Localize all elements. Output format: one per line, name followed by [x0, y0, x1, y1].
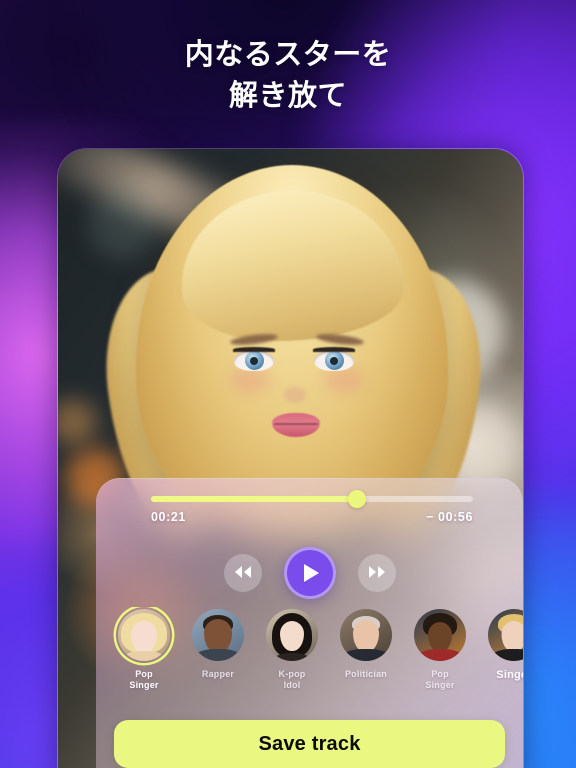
avatar — [118, 609, 170, 661]
avatar-body — [418, 649, 462, 661]
player-panel: 00:21 − 00:56 Pop Singer Rapper K-pop Id… — [96, 478, 523, 768]
voice-selector-list[interactable]: Pop Singer Rapper K-pop Idol Politician … — [96, 607, 523, 691]
portrait-pupil — [330, 357, 338, 365]
avatar-body — [492, 649, 523, 661]
avatar — [266, 609, 318, 661]
avatar — [488, 609, 523, 661]
remaining-time-label: − 00:56 — [426, 510, 473, 524]
portrait-eyelash — [313, 347, 355, 352]
voice-option-pop-singer-2[interactable]: Pop Singer — [410, 607, 470, 691]
voice-label-line-1: K-pop — [278, 669, 306, 679]
voice-label-line-1: Pop — [135, 669, 153, 679]
portrait-bokeh — [58, 399, 96, 445]
voice-label-line-1: Politician — [344, 669, 387, 679]
phone-mockup-card: 00:21 − 00:56 Pop Singer Rapper K-pop Id… — [57, 148, 524, 768]
avatar — [414, 609, 466, 661]
voice-avatar-ring — [486, 607, 523, 663]
voice-option-label: K-pop Idol — [279, 669, 306, 691]
voice-avatar-ring — [190, 607, 246, 663]
avatar-body — [195, 649, 241, 661]
voice-label-line-1: Pop — [431, 669, 449, 679]
portrait-nose — [284, 387, 306, 403]
portrait-pupil — [250, 357, 258, 365]
voice-option-label: Singer — [496, 669, 523, 682]
voice-avatar-ring — [338, 607, 394, 663]
progress-section: 00:21 − 00:56 — [151, 490, 473, 524]
voice-label-line-2: Singer — [129, 679, 159, 690]
headline: 内なるスターを 解き放て — [0, 35, 576, 117]
voice-avatar-ring — [116, 607, 172, 663]
app-screenshot: 内なるスターを 解き放て 00:21 − 00:56 Pop Singer Ra… — [0, 0, 576, 768]
voice-option-politician[interactable]: Politician — [336, 607, 396, 691]
voice-option-label: Rapper — [202, 669, 234, 680]
voice-option-pop-singer[interactable]: Pop Singer — [114, 607, 174, 691]
avatar-head — [501, 621, 523, 652]
headline-line-2: 解き放て — [228, 80, 347, 113]
voice-label-line-2: Singer — [425, 679, 455, 690]
portrait-lip-line — [274, 423, 318, 425]
avatar — [192, 609, 244, 661]
transport-controls — [96, 547, 523, 599]
play-icon — [304, 564, 319, 582]
time-labels: 00:21 − 00:56 — [151, 510, 473, 524]
voice-avatar-ring — [412, 607, 468, 663]
progress-fill — [151, 496, 358, 502]
avatar — [340, 609, 392, 661]
rewind-button[interactable] — [223, 554, 262, 592]
portrait-bokeh — [88, 189, 158, 259]
voice-avatar-ring — [264, 607, 320, 663]
rewind-icon — [234, 565, 252, 582]
fast-forward-icon — [368, 565, 386, 582]
progress-slider[interactable] — [151, 490, 473, 508]
voice-label-line-2: Idol — [283, 679, 301, 690]
voice-option-label: Pop Singer — [425, 669, 454, 691]
portrait-eyelash — [233, 347, 275, 352]
voice-option-label: Pop Singer — [129, 669, 158, 691]
save-track-button[interactable]: Save track — [114, 720, 505, 768]
avatar-body — [343, 649, 389, 661]
avatar-body — [275, 653, 309, 661]
avatar-body — [124, 651, 164, 661]
voice-option-rapper[interactable]: Rapper — [188, 607, 248, 691]
play-button[interactable] — [283, 547, 336, 599]
voice-option-label: Politician — [345, 669, 387, 680]
progress-thumb[interactable] — [348, 490, 367, 508]
voice-option-singer[interactable]: Singer — [484, 607, 523, 691]
fast-forward-button[interactable] — [357, 554, 396, 592]
voice-label-line-1: Singer — [496, 669, 523, 681]
voice-label-line-1: Rapper — [201, 669, 235, 679]
headline-line-1: 内なるスターを — [184, 39, 392, 71]
voice-option-kpop-idol[interactable]: K-pop Idol — [262, 607, 322, 691]
elapsed-time-label: 00:21 — [151, 510, 186, 524]
